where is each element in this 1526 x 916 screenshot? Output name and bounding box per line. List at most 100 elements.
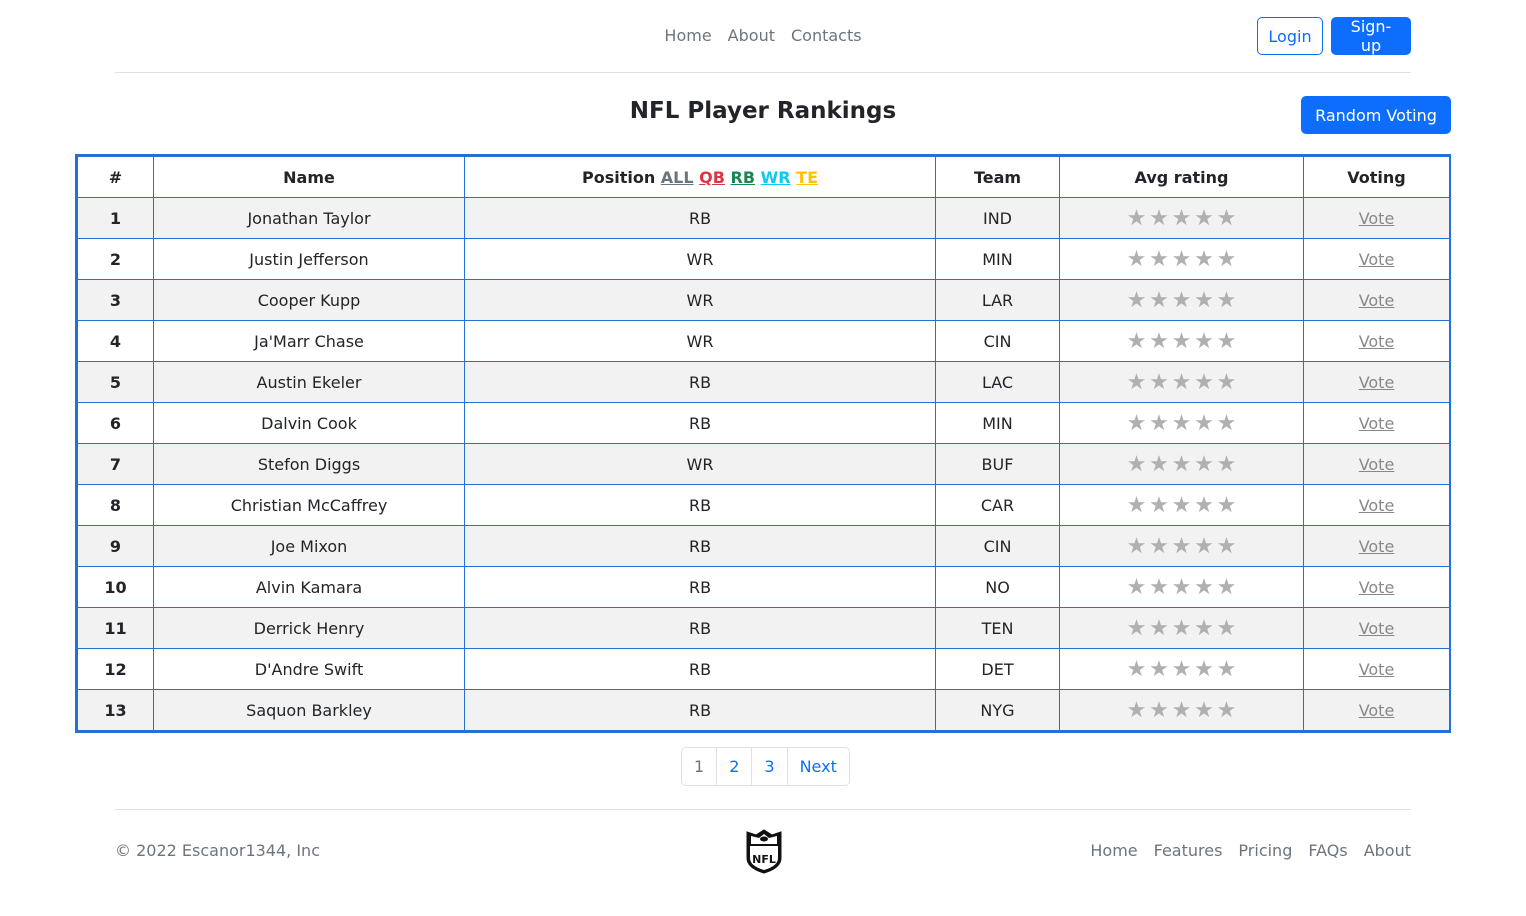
position-cell: RB <box>464 525 936 567</box>
filter-rb-link[interactable]: RB <box>731 168 756 187</box>
vote-link[interactable]: Vote <box>1359 291 1395 310</box>
star-icon: ★ <box>1126 369 1147 395</box>
star-icon: ★ <box>1194 574 1214 600</box>
next-page-link[interactable]: Next <box>788 748 849 785</box>
vote-link[interactable]: Vote <box>1359 537 1395 556</box>
filter-qb-link[interactable]: QB <box>699 168 725 187</box>
footer-faqs-link[interactable]: FAQs <box>1308 841 1347 861</box>
star-icon: ★ <box>1171 656 1192 682</box>
star-icon: ★ <box>1149 615 1169 641</box>
footer-about-link[interactable]: About <box>1364 841 1411 861</box>
column-header-voting: Voting <box>1303 156 1450 198</box>
star-rating: ★ ★ ★ ★ ★ <box>1125 411 1238 436</box>
star-icon: ★ <box>1171 697 1192 723</box>
footer-divider <box>115 809 1411 810</box>
table-row: 3 Cooper Kupp WR LAR ★ ★ ★ ★ ★ Vote <box>77 279 1450 321</box>
nav-about-link[interactable]: About <box>720 24 783 48</box>
random-voting-button[interactable]: Random Voting <box>1301 96 1451 134</box>
position-cell: RB <box>464 689 936 731</box>
star-icon: ★ <box>1126 533 1147 559</box>
rank-cell: 13 <box>77 689 154 731</box>
footer-home-link[interactable]: Home <box>1090 841 1137 861</box>
footer-pricing-link[interactable]: Pricing <box>1238 841 1292 861</box>
copyright-text: © 2022 Escanor1344, Inc <box>115 841 320 860</box>
star-icon: ★ <box>1149 533 1169 559</box>
star-icon: ★ <box>1216 369 1237 395</box>
table-row: 6 Dalvin Cook RB MIN ★ ★ ★ ★ ★ Vote <box>77 402 1450 444</box>
voting-cell: Vote <box>1303 320 1450 362</box>
vote-link[interactable]: Vote <box>1359 660 1395 679</box>
star-icon: ★ <box>1216 246 1237 272</box>
star-icon: ★ <box>1194 451 1214 477</box>
table-row: 11 Derrick Henry RB TEN ★ ★ ★ ★ ★ Vote <box>77 607 1450 649</box>
star-icon: ★ <box>1149 410 1169 436</box>
signup-button[interactable]: Sign-up <box>1331 17 1411 55</box>
page-2-link[interactable]: 2 <box>717 748 753 785</box>
star-rating: ★ ★ ★ ★ ★ <box>1125 452 1238 477</box>
voting-cell: Vote <box>1303 525 1450 567</box>
column-header-team: Team <box>935 156 1060 198</box>
star-icon: ★ <box>1171 328 1192 354</box>
star-icon: ★ <box>1216 656 1237 682</box>
star-rating: ★ ★ ★ ★ ★ <box>1125 370 1238 395</box>
rank-cell: 5 <box>77 361 154 403</box>
filter-te-link[interactable]: TE <box>796 168 818 187</box>
position-cell: WR <box>464 279 936 321</box>
avg-rating-cell: ★ ★ ★ ★ ★ <box>1059 566 1304 608</box>
star-icon: ★ <box>1171 287 1192 313</box>
table-row: 5 Austin Ekeler RB LAC ★ ★ ★ ★ ★ Vote <box>77 361 1450 403</box>
team-cell: TEN <box>935 607 1060 649</box>
star-icon: ★ <box>1171 246 1192 272</box>
name-cell: Justin Jefferson <box>153 238 465 280</box>
nav-home-link[interactable]: Home <box>656 24 719 48</box>
avg-rating-cell: ★ ★ ★ ★ ★ <box>1059 607 1304 649</box>
rank-cell: 1 <box>77 197 154 239</box>
footer-features-link[interactable]: Features <box>1154 841 1223 861</box>
star-rating: ★ ★ ★ ★ ★ <box>1125 575 1238 600</box>
vote-link[interactable]: Vote <box>1359 496 1395 515</box>
table-row: 7 Stefon Diggs WR BUF ★ ★ ★ ★ ★ Vote <box>77 443 1450 485</box>
table-row: 8 Christian McCaffrey RB CAR ★ ★ ★ ★ ★ Vote <box>77 484 1450 526</box>
rank-cell: 2 <box>77 238 154 280</box>
vote-link[interactable]: Vote <box>1359 414 1395 433</box>
name-cell: Jonathan Taylor <box>153 197 465 239</box>
star-icon: ★ <box>1216 533 1237 559</box>
page-3-link[interactable]: 3 <box>752 748 788 785</box>
position-cell: WR <box>464 443 936 485</box>
star-icon: ★ <box>1126 205 1147 231</box>
vote-link[interactable]: Vote <box>1359 209 1395 228</box>
star-rating: ★ ★ ★ ★ ★ <box>1125 247 1238 272</box>
name-cell: Ja'Marr Chase <box>153 320 465 362</box>
footer-nav: Home Features Pricing FAQs About <box>1090 841 1411 861</box>
star-icon: ★ <box>1216 492 1237 518</box>
star-icon: ★ <box>1149 492 1169 518</box>
team-cell: IND <box>935 197 1060 239</box>
avg-rating-cell: ★ ★ ★ ★ ★ <box>1059 689 1304 731</box>
filter-wr-link[interactable]: WR <box>761 168 791 187</box>
vote-link[interactable]: Vote <box>1359 373 1395 392</box>
star-icon: ★ <box>1149 451 1169 477</box>
name-cell: Christian McCaffrey <box>153 484 465 526</box>
vote-link[interactable]: Vote <box>1359 578 1395 597</box>
team-cell: MIN <box>935 238 1060 280</box>
login-button[interactable]: Login <box>1257 17 1323 55</box>
position-cell: RB <box>464 361 936 403</box>
vote-link[interactable]: Vote <box>1359 332 1395 351</box>
vote-link[interactable]: Vote <box>1359 250 1395 269</box>
position-cell: RB <box>464 607 936 649</box>
filter-all-link[interactable]: ALL <box>661 168 694 187</box>
star-icon: ★ <box>1149 287 1169 313</box>
star-icon: ★ <box>1126 656 1147 682</box>
star-icon: ★ <box>1126 615 1147 641</box>
vote-link[interactable]: Vote <box>1359 701 1395 720</box>
star-icon: ★ <box>1216 451 1237 477</box>
page-1-link[interactable]: 1 <box>682 748 718 785</box>
nav-contacts-link[interactable]: Contacts <box>783 24 870 48</box>
voting-cell: Vote <box>1303 607 1450 649</box>
vote-link[interactable]: Vote <box>1359 619 1395 638</box>
name-cell: Austin Ekeler <box>153 361 465 403</box>
nfl-logo-icon[interactable]: NFL <box>745 828 783 874</box>
position-header-label: Position <box>581 167 656 187</box>
vote-link[interactable]: Vote <box>1359 455 1395 474</box>
team-cell: LAC <box>935 361 1060 403</box>
